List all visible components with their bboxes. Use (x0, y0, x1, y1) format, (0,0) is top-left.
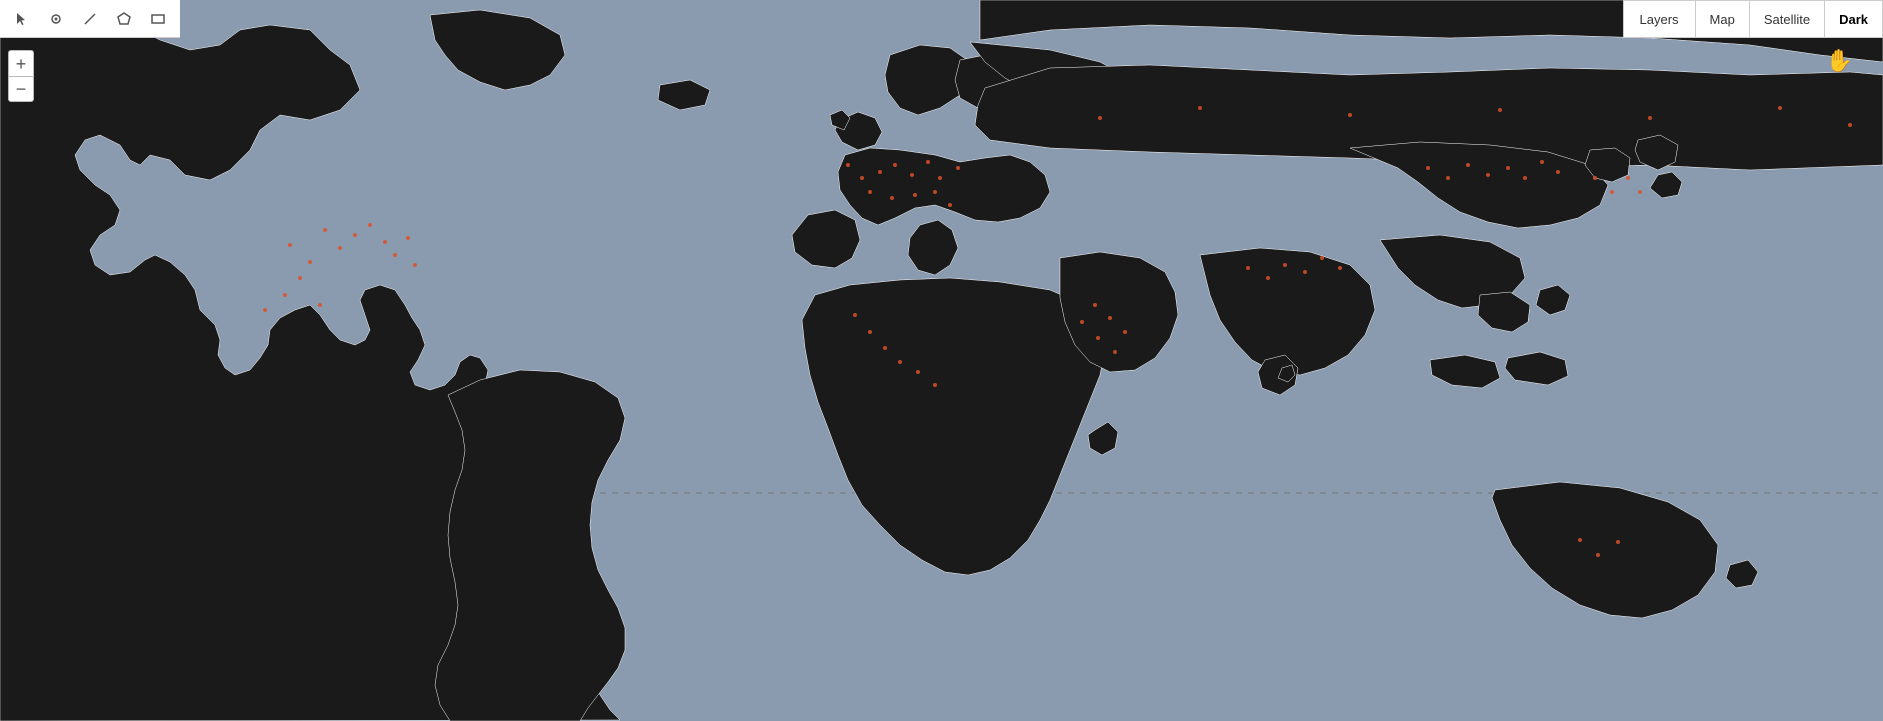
polygon-tool-button[interactable] (108, 4, 140, 34)
world-map (0, 0, 1883, 721)
map-container[interactable]: + − Layers Map Satellite Dark ✋ (0, 0, 1883, 721)
zoom-controls: + − (8, 50, 34, 102)
map-type-satellite-button[interactable]: Satellite (1749, 0, 1824, 38)
zoom-in-button[interactable]: + (8, 50, 34, 76)
point-tool-button[interactable] (40, 4, 72, 34)
line-tool-button[interactable] (74, 4, 106, 34)
toolbar (0, 0, 180, 38)
cursor-tool-button[interactable] (6, 4, 38, 34)
layers-button[interactable]: Layers (1623, 0, 1695, 38)
map-type-map-button[interactable]: Map (1695, 0, 1749, 38)
rectangle-tool-button[interactable] (142, 4, 174, 34)
top-right-controls: Layers Map Satellite Dark (1623, 0, 1883, 38)
map-type-dark-button[interactable]: Dark (1824, 0, 1883, 38)
zoom-out-button[interactable]: − (8, 76, 34, 102)
